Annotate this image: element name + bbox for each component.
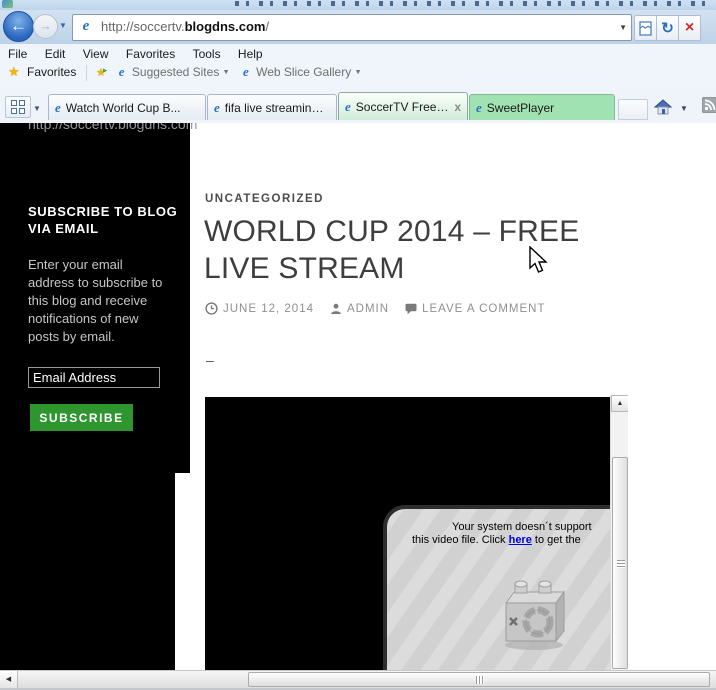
tab-label: SoccerTV Free Li... [356,100,451,114]
scroll-left-arrow[interactable]: ◀ [0,671,18,689]
tab-watch-world-cup[interactable]: e Watch World Cup B... [48,94,206,120]
tab-list-dropdown-icon[interactable]: ▼ [33,104,41,113]
subscribe-button[interactable]: SUBSCRIBE [30,404,133,431]
site-favicon-icon: e [77,18,95,36]
url-text[interactable]: http://soccertv.blogdns.com/ [101,19,269,34]
codec-error-line2: this video file. Click here to get the [412,534,581,546]
tab-soccertv-active[interactable]: e SoccerTV Free Li... x [338,92,468,120]
tab-favicon-icon: e [214,100,220,116]
sidebar-lower-block [0,473,175,670]
web-slice-icon: e [243,64,249,79]
menu-file[interactable]: File [8,47,27,61]
new-tab-button[interactable] [618,99,648,120]
stop-button[interactable]: × [679,15,701,41]
tab-close-icon[interactable]: x [450,100,461,114]
menu-favorites[interactable]: Favorites [126,47,175,61]
app-icon [2,0,13,8]
post-title: WORLD CUP 2014 – FREE LIVE STREAM [204,213,624,287]
codec-error-line1: Your system doesn´t support [452,521,592,533]
post-comments-label: LEAVE A COMMENT [422,303,545,315]
scroll-thumb-grip [476,676,484,684]
web-slice-caret-icon[interactable]: ▼ [355,69,362,76]
person-icon [330,303,342,315]
home-button[interactable] [651,96,675,118]
menu-edit[interactable]: Edit [45,47,66,61]
compatibility-view-button[interactable] [634,15,657,41]
subscribe-widget-text: Enter your email address to subscribe to… [28,256,171,346]
post-date[interactable]: JUNE 12, 2014 [205,302,314,315]
post-date-label: JUNE 12, 2014 [223,303,314,315]
subscribe-widget-title: SUBSCRIBE TO BLOG VIA EMAIL [28,203,178,237]
home-dropdown-icon[interactable]: ▼ [680,104,688,113]
favorites-star-icon: ★ [8,64,20,79]
address-bar[interactable]: e http://soccertv.blogdns.com/ ▼ [72,14,632,41]
suggested-sites-icon: e [119,64,125,79]
home-icon [654,99,672,115]
tab-bar: ▼ e Watch World Cup B... e fifa live str… [0,90,716,125]
video-embed: Your system doesn´t support this video f… [205,395,628,670]
blog-sidebar: http://soccertv.blogdns.com SUBSCRIBE TO… [0,123,190,473]
menu-tools[interactable]: Tools [193,47,221,61]
forward-arrow-icon: → [39,18,52,33]
navigation-bar: ← → ▼ e http://soccertv.blogdns.com/ ▼ ↻… [0,10,716,45]
embed-vertical-scrollbar[interactable]: ▲ [610,395,628,670]
quick-tabs-button[interactable] [5,96,31,118]
scroll-up-arrow[interactable]: ▲ [611,395,628,412]
address-buttons: ↻ × [634,15,701,39]
vertical-scroll-thumb[interactable] [612,457,628,669]
web-slice-gallery-button[interactable]: Web Slice Gallery [256,65,351,79]
stop-x-icon: × [685,20,694,36]
clock-icon [205,302,218,315]
tab-label: SweetPlayer [487,101,554,115]
favorites-bar: ★ Favorites ★▸ e Suggested Sites ▼ e Web… [0,64,716,91]
forward-button[interactable]: → [33,14,58,39]
tab-sweetplayer[interactable]: e SweetPlayer [469,94,615,120]
rss-icon [702,97,716,113]
post-comments-link[interactable]: LEAVE A COMMENT [405,303,545,315]
tab-favicon-icon: e [345,99,351,115]
add-favorites-arrow-icon: ▸ [103,65,108,75]
suggested-sites-caret-icon[interactable]: ▼ [223,69,230,76]
favorites-button[interactable]: Favorites [27,65,76,79]
recent-pages-dropdown[interactable]: ▼ [59,21,67,30]
codec-download-link[interactable]: here [509,534,532,546]
back-button[interactable]: ← [3,11,34,42]
page-viewport: http://soccertv.blogdns.com SUBSCRIBE TO… [0,123,716,670]
speech-bubble-icon [405,303,417,315]
post-author-label: ADMIN [347,303,389,315]
horizontal-scrollbar[interactable]: ◀ [0,670,716,689]
codec-box-icon [498,575,572,653]
post-category-link[interactable]: UNCATEGORIZED [205,193,324,205]
broken-page-icon [639,21,652,36]
refresh-button[interactable]: ↻ [657,15,679,41]
browser-window: ← → ▼ e http://soccertv.blogdns.com/ ▼ ↻… [0,0,716,690]
tab-favicon-icon: e [55,100,61,116]
post-meta-row: JUNE 12, 2014 ADMIN LEAVE A COMMENT [205,302,562,315]
tab-fifa-live-streaming[interactable]: e fifa live streaming s... [207,94,337,120]
suggested-sites-button[interactable]: Suggested Sites [132,65,219,79]
rss-feeds-button[interactable] [702,97,716,113]
address-dropdown-icon[interactable]: ▼ [619,23,627,32]
tab-label: fifa live streaming s... [225,101,330,115]
window-title-clipped-text [235,1,705,6]
post-author[interactable]: ADMIN [330,303,389,315]
scroll-thumb-grip [617,560,625,568]
tab-favicon-icon: e [476,100,482,116]
back-arrow-icon: ← [10,16,27,35]
divider [86,65,87,81]
tab-label: Watch World Cup B... [66,101,181,115]
menu-help[interactable]: Help [238,47,263,61]
horizontal-scroll-thumb[interactable] [248,672,710,687]
email-address-input[interactable] [28,367,160,388]
menu-bar: File Edit View Favorites Tools Help [0,44,716,65]
refresh-icon: ↻ [661,21,674,36]
site-title-clipped[interactable]: http://soccertv.blogdns.com [28,123,197,132]
menu-view[interactable]: View [83,47,109,61]
window-titlebar[interactable] [0,0,716,10]
post-body-text: – [206,352,214,368]
